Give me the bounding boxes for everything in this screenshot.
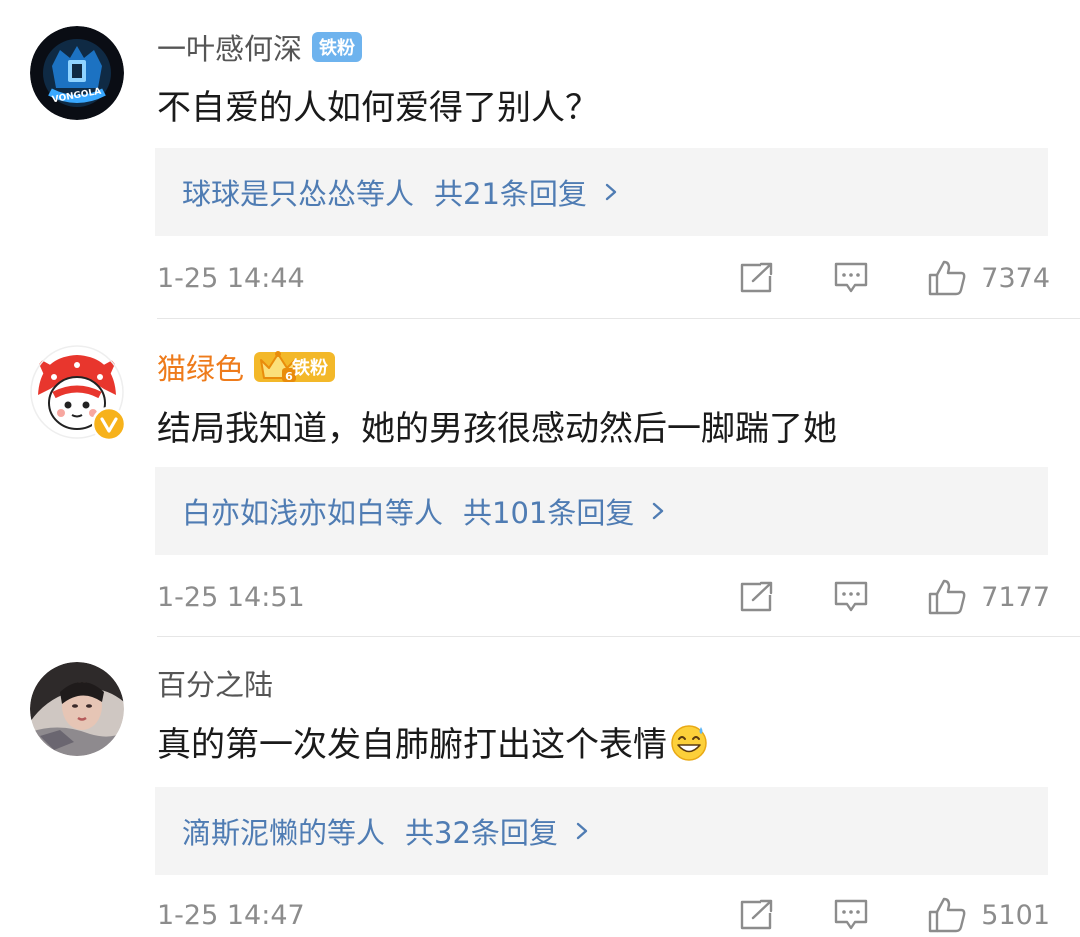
comment-icon <box>835 899 868 930</box>
meta-row: 1-25 14:44 7374 <box>157 256 1050 300</box>
comment-item: 猫绿色 6 铁粉 结局我知道，她的男孩很感动然后一脚踹了她 白亦如浅亦如白等人 … <box>0 319 1080 636</box>
thumbs-up-icon <box>929 579 966 615</box>
comment-text: 真的第一次发自肺腑打出这个表情 <box>157 717 709 766</box>
timestamp: 1-25 14:51 <box>157 581 305 613</box>
comment-body: 结局我知道，她的男孩很感动然后一脚踹了她 <box>157 409 837 449</box>
comment-item: VONGOLA 一叶感何深 铁粉 不自爱的人如何爱得了别人？ 球球是只怂怂等人 … <box>0 0 1080 318</box>
thumbs-up-icon <box>929 897 966 933</box>
avatar[interactable] <box>30 345 126 441</box>
thumbs-up-icon <box>929 260 966 296</box>
chevron-right-icon <box>653 502 664 520</box>
avatar[interactable]: VONGOLA <box>30 26 124 120</box>
timestamp: 1-25 14:47 <box>157 899 305 931</box>
like-button[interactable]: 7374 <box>927 259 1050 297</box>
meta-row: 1-25 14:47 5101 <box>157 893 1050 937</box>
comment-body: 不自爱的人如何爱得了别人？ <box>157 88 599 128</box>
comment-item: 百分之陆 真的第一次发自肺腑打出这个表情 滴斯泥懒的等人 共32条回复 1-25… <box>0 637 1080 933</box>
username[interactable]: 猫绿色 <box>157 346 244 388</box>
reply-button[interactable] <box>833 261 869 295</box>
avatar-image: VONGOLA <box>30 26 124 120</box>
like-button[interactable]: 5101 <box>927 896 1050 934</box>
username[interactable]: 一叶感何深 <box>157 26 302 68</box>
replies-preview[interactable]: 白亦如浅亦如白等人 共101条回复 <box>155 467 1048 555</box>
timestamp: 1-25 14:44 <box>157 262 305 294</box>
reply-authors: 球球是只怂怂等人 <box>182 177 415 211</box>
name-row: 一叶感何深 铁粉 <box>157 26 363 68</box>
reply-authors: 白亦如浅亦如白等人 <box>182 496 444 530</box>
share-icon <box>741 581 773 612</box>
sweat-smile-emoji-icon <box>671 724 707 761</box>
chevron-right-icon <box>605 183 617 201</box>
share-button[interactable] <box>739 262 775 294</box>
comment-icon <box>835 262 868 293</box>
reply-authors: 滴斯泥懒的等人 <box>182 816 386 850</box>
comment-body: 真的第一次发自肺腑打出这个表情 <box>157 725 667 765</box>
fan-badge[interactable]: 铁粉 <box>312 32 363 62</box>
avatar[interactable] <box>30 662 124 756</box>
reply-count: 共21条回复 <box>434 177 587 211</box>
reply-button[interactable] <box>833 580 869 614</box>
reply-button[interactable] <box>833 898 869 932</box>
name-row: 百分之陆 <box>157 663 273 703</box>
like-count: 7374 <box>981 262 1050 294</box>
reply-count: 共101条回复 <box>463 496 635 530</box>
replies-preview[interactable]: 球球是只怂怂等人 共21条回复 <box>155 148 1048 236</box>
comment-text: 结局我知道，她的男孩很感动然后一脚踹了她 <box>157 401 837 450</box>
fan-badge[interactable]: 6 铁粉 <box>254 351 336 383</box>
like-count: 7177 <box>981 581 1050 613</box>
name-row: 猫绿色 6 铁粉 <box>157 346 336 388</box>
comment-icon <box>835 581 868 612</box>
fan-badge-label: 铁粉 <box>292 358 329 379</box>
meta-row: 1-25 14:51 7177 <box>157 575 1050 619</box>
share-button[interactable] <box>739 899 775 931</box>
share-icon <box>741 899 773 930</box>
replies-preview[interactable]: 滴斯泥懒的等人 共32条回复 <box>155 787 1048 875</box>
username[interactable]: 百分之陆 <box>157 662 273 704</box>
share-icon <box>741 262 773 293</box>
like-count: 5101 <box>981 899 1050 931</box>
like-button[interactable]: 7177 <box>927 578 1050 616</box>
comment-text: 不自爱的人如何爱得了别人？ <box>157 80 599 129</box>
verified-icon <box>92 407 126 441</box>
avatar-image <box>30 662 124 756</box>
reply-count: 共32条回复 <box>405 816 558 850</box>
share-button[interactable] <box>739 581 775 613</box>
chevron-right-icon <box>576 822 588 840</box>
